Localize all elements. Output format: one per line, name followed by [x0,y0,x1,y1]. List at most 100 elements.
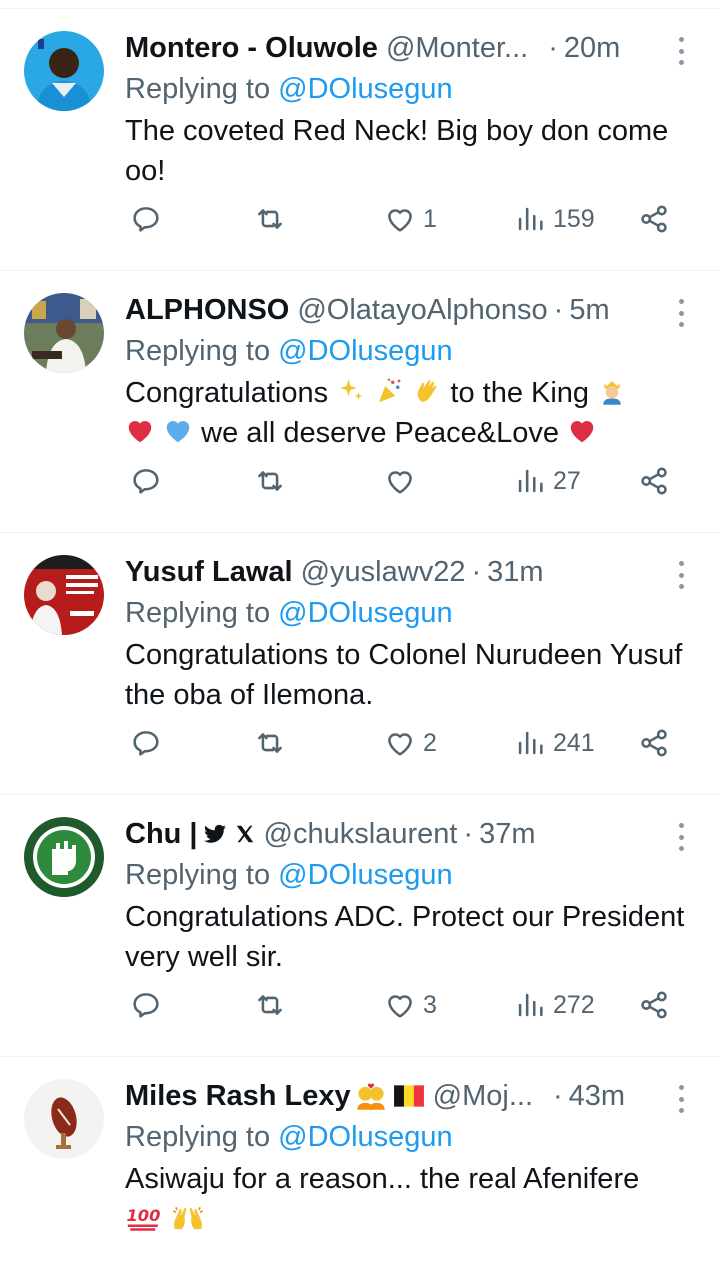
blue-heart-emoji-icon [166,421,190,443]
views-button[interactable]: 159 [513,199,595,239]
avatar[interactable] [24,293,104,373]
like-button[interactable]: 3 [383,985,437,1025]
hundred-points-emoji-icon: 100 [127,1206,161,1231]
avatar[interactable] [24,31,104,111]
retweet-button[interactable] [253,985,287,1025]
separator-dot: · [471,556,482,588]
avatar[interactable] [24,1079,104,1159]
mention-link[interactable]: @DOlusegun [278,597,453,629]
reply-tweet[interactable]: Montero - Oluwole @Monter... · 20m Reply… [0,9,720,271]
more-options-icon[interactable] [676,1085,686,1113]
share-icon [641,467,667,495]
replying-label: Replying to [125,73,271,105]
replying-to-line: Replying to @DOlusegun [125,855,700,895]
confetti-emoji-icon [379,378,401,403]
user-handle[interactable]: @OlatayoAlphonso [297,289,547,331]
share-button[interactable] [637,199,671,239]
view-count: 159 [553,204,595,233]
reply-button[interactable] [129,461,163,501]
separator-dot: · [553,294,564,326]
tweet-text: Congratulations to Colonel Nurudeen Yusu… [125,639,683,711]
mention-link[interactable]: @DOlusegun [278,73,453,105]
tweet-text: Congratulations to the King we all deser… [125,373,700,453]
tweet-text: Congratulations ADC. Protect our Preside… [125,901,685,973]
prince-emoji-icon [603,381,621,405]
belgium-flag-icon [393,1085,424,1107]
avatar[interactable] [24,555,104,635]
clapping-hands-emoji-icon [418,380,437,402]
views-icon [518,731,543,755]
more-options-icon[interactable] [676,37,686,65]
display-name[interactable]: Montero - Oluwole [125,27,378,69]
more-options-icon[interactable] [676,823,686,851]
views-icon [518,207,543,231]
replying-to-line: Replying to @DOlusegun [125,331,700,371]
user-handle[interactable]: @yuslawv22 [301,551,466,593]
reply-icon [133,469,159,494]
reply-tweet[interactable]: Miles Rash Lexy @Moj... · 43m Replying t… [0,1057,720,1287]
sparkles-emoji-icon [340,379,363,400]
views-button[interactable]: 27 [513,461,581,501]
user-handle[interactable]: @Monter... [386,27,528,69]
reply-button[interactable] [129,985,163,1025]
action-bar: 27 [125,461,685,501]
heart-icon [388,209,412,232]
timestamp[interactable]: 43m [569,1075,625,1117]
user-handle[interactable]: @Moj... [433,1075,533,1117]
views-icon [518,469,543,493]
replying-label: Replying to [125,1121,271,1153]
replying-to-line: Replying to @DOlusegun [125,69,700,109]
like-button[interactable]: 1 [383,199,437,239]
views-icon [518,993,543,1017]
display-name[interactable]: ALPHONSO [125,289,289,331]
like-button[interactable] [383,461,423,501]
mention-link[interactable]: @DOlusegun [278,335,453,367]
retweet-button[interactable] [253,723,287,763]
timestamp[interactable]: 31m [487,551,543,593]
retweet-button[interactable] [253,199,287,239]
tweet-text-part: we all deserve Peace&Love [201,417,560,449]
display-name[interactable]: Miles Rash Lexy [125,1075,351,1117]
view-count: 272 [553,990,595,1019]
display-name[interactable]: Chu | [125,813,198,855]
share-button[interactable] [637,985,671,1025]
user-handle[interactable]: @chukslaurent [264,813,458,855]
heart-icon [388,733,412,756]
like-count: 1 [423,204,437,233]
reply-icon [133,993,159,1018]
replying-to-line: Replying to @DOlusegun [125,593,700,633]
share-button[interactable] [637,461,671,501]
retweet-icon [258,733,282,753]
share-icon [641,729,667,757]
action-bar: 3 272 [125,985,685,1025]
reply-button[interactable] [129,723,163,763]
reply-icon [133,207,159,232]
reply-tweet[interactable]: ALPHONSO @OlatayoAlphonso · 5m Replying … [0,271,720,533]
more-options-icon[interactable] [676,561,686,589]
bird-icon [203,824,226,843]
timestamp[interactable]: 20m [564,27,620,69]
separator-dot: · [463,818,474,850]
reply-tweet[interactable]: Chu | @chukslaurent · 37m Replying to @D… [0,795,720,1057]
views-button[interactable]: 272 [513,985,595,1025]
reply-button[interactable] [129,199,163,239]
like-count: 3 [423,990,437,1019]
views-button[interactable]: 241 [513,723,595,763]
timestamp[interactable]: 5m [569,289,609,331]
x-logo-icon [236,825,253,843]
avatar[interactable] [24,817,104,897]
mention-link[interactable]: @DOlusegun [278,859,453,891]
more-options-icon[interactable] [676,299,686,327]
share-button[interactable] [637,723,671,763]
reply-tweet[interactable]: Yusuf Lawal @yuslawv22 · 31m Replying to… [0,533,720,795]
kissing-couple-emoji-icon [356,1083,385,1110]
action-bar: 2 241 [125,723,685,763]
display-name[interactable]: Yusuf Lawal [125,551,293,593]
view-count: 241 [553,728,595,757]
like-button[interactable]: 2 [383,723,437,763]
mention-link[interactable]: @DOlusegun [278,1121,453,1153]
svg-text:100: 100 [127,1206,161,1225]
retweet-button[interactable] [253,461,287,501]
heart-icon [388,471,412,494]
timestamp[interactable]: 37m [479,813,535,855]
